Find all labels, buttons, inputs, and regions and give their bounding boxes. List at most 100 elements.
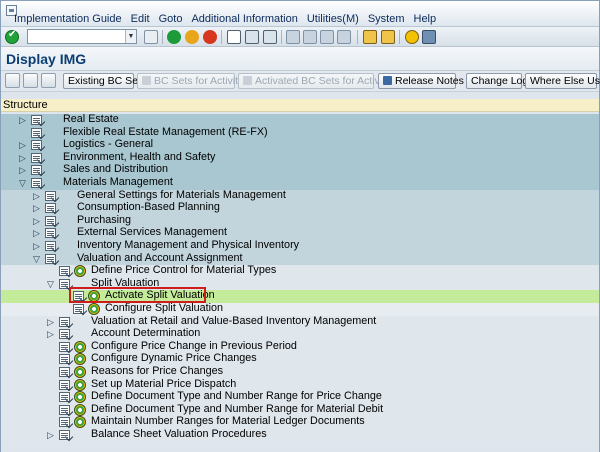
expand-node-icon[interactable]: ▷: [33, 216, 40, 226]
menu-utilities[interactable]: Utilities(M): [307, 13, 359, 25]
documentation-icon[interactable]: [73, 304, 84, 314]
documentation-icon[interactable]: [45, 241, 56, 251]
execute-activity-icon[interactable]: [74, 391, 86, 404]
save-icon[interactable]: [144, 30, 158, 44]
command-input[interactable]: [28, 30, 124, 43]
print-icon[interactable]: [227, 30, 241, 44]
documentation-icon[interactable]: [59, 266, 70, 277]
find-icon[interactable]: [245, 30, 259, 44]
expand-node-icon[interactable]: ▷: [33, 228, 40, 238]
enter-icon[interactable]: [5, 29, 19, 44]
menu-edit[interactable]: Edit: [131, 13, 150, 25]
documentation-icon[interactable]: [45, 253, 56, 264]
expand-node-icon[interactable]: ▷: [19, 153, 26, 163]
execute-activity-icon[interactable]: [88, 303, 100, 315]
expand-node-icon[interactable]: ▷: [33, 241, 40, 251]
collapse-node-icon[interactable]: ▽: [33, 254, 40, 264]
bc-sets-for-activity-button[interactable]: BC Sets for Activity: [137, 73, 243, 89]
documentation-icon[interactable]: [31, 152, 42, 163]
help-icon[interactable]: [405, 30, 419, 44]
tree-node-label: Valuation and Account Assignment: [77, 251, 243, 264]
documentation-icon[interactable]: [59, 392, 70, 403]
change-log-button[interactable]: Change Log: [466, 73, 528, 89]
tree-node-label: Real Estate: [63, 113, 119, 125]
menu-additional-information[interactable]: Additional Information: [191, 13, 297, 25]
cancel-icon[interactable]: [203, 30, 217, 44]
tree-node-label: Define Document Type and Number Range fo…: [91, 390, 382, 403]
tree-node-label: Valuation at Retail and Value-Based Inve…: [91, 314, 377, 327]
documentation-icon[interactable]: [59, 354, 70, 365]
documentation-icon[interactable]: [59, 417, 70, 428]
release-notes-button[interactable]: Release Notes: [378, 73, 464, 89]
documentation-icon[interactable]: [31, 140, 42, 151]
execute-activity-icon[interactable]: [74, 378, 86, 391]
documentation-icon[interactable]: [45, 203, 56, 214]
documentation-icon[interactable]: [45, 215, 56, 226]
expand-node-icon[interactable]: ▷: [47, 329, 54, 339]
expand-node-icon[interactable]: ▷: [47, 317, 54, 327]
execute-activity-icon[interactable]: [74, 416, 86, 429]
documentation-icon[interactable]: [59, 316, 70, 327]
note-icon[interactable]: [41, 73, 56, 88]
bc-sets-for-activity-label: BC Sets for Activity: [154, 75, 244, 87]
expand-node-icon[interactable]: ▷: [33, 191, 40, 201]
execute-activity-icon[interactable]: [74, 403, 86, 416]
expand-node-icon[interactable]: ▷: [47, 430, 54, 440]
documentation-icon[interactable]: [31, 178, 42, 188]
existing-bc-sets-button[interactable]: Existing BC Sets: [63, 73, 146, 89]
collapse-node-icon[interactable]: ▽: [47, 279, 54, 289]
table-view-icon[interactable]: [23, 73, 38, 88]
documentation-icon[interactable]: [31, 127, 42, 138]
exit-icon[interactable]: [185, 30, 199, 44]
documentation-icon[interactable]: [45, 190, 56, 201]
last-page-icon[interactable]: [337, 30, 351, 44]
structure-header: Structure: [1, 99, 599, 112]
toolbar-separator: [357, 30, 358, 44]
expand-node-icon[interactable]: ▷: [19, 165, 26, 175]
sap-window: Implementation Guide Edit Goto Additiona…: [0, 0, 600, 452]
page-title: Display IMG: [6, 51, 87, 67]
documentation-icon[interactable]: [45, 228, 56, 239]
next-page-icon[interactable]: [320, 30, 334, 44]
create-session-icon[interactable]: [363, 30, 377, 44]
documentation-icon[interactable]: [59, 430, 70, 440]
collapse-node-icon[interactable]: ▽: [19, 178, 26, 188]
execute-activity-icon[interactable]: [74, 265, 86, 278]
execute-activity-icon[interactable]: [74, 353, 86, 366]
documentation-icon[interactable]: [31, 165, 42, 176]
tree-node[interactable]: ▷ Balance Sheet Valuation Procedures: [1, 428, 599, 442]
documentation-icon[interactable]: [31, 115, 42, 125]
command-field[interactable]: ▼: [27, 29, 137, 44]
expand-node-icon[interactable]: ▷: [19, 115, 26, 125]
hierarchy-icon[interactable]: [5, 73, 20, 88]
menu-implementation-guide[interactable]: Implementation Guide: [14, 13, 122, 25]
find-next-icon[interactable]: [263, 30, 277, 44]
tree-node-label: Sales and Distribution: [63, 163, 169, 176]
tree-node-label: General Settings for Materials Managemen…: [77, 188, 286, 201]
where-else-used-button[interactable]: Where Else Used: [525, 73, 600, 89]
release-notes-icon: [383, 76, 392, 85]
activated-bc-sets-button[interactable]: Activated BC Sets for Activity: [238, 73, 390, 89]
documentation-icon[interactable]: [59, 341, 70, 352]
documentation-icon[interactable]: [59, 367, 70, 377]
documentation-icon[interactable]: [59, 404, 70, 415]
expand-node-icon[interactable]: ▷: [19, 140, 26, 150]
previous-page-icon[interactable]: [303, 30, 317, 44]
menu-help[interactable]: Help: [414, 13, 437, 25]
command-history-dropdown[interactable]: ▼: [125, 30, 136, 43]
toolbar-separator: [221, 30, 222, 44]
tree-node-label: Flexible Real Estate Management (RE-FX): [63, 125, 268, 138]
documentation-icon[interactable]: [59, 329, 70, 340]
first-page-icon[interactable]: [286, 30, 300, 44]
layout-menu-icon[interactable]: [422, 30, 436, 44]
expand-node-icon[interactable]: ▷: [33, 203, 40, 213]
menu-goto[interactable]: Goto: [159, 13, 183, 25]
execute-activity-icon[interactable]: [74, 366, 86, 378]
documentation-icon[interactable]: [59, 379, 70, 390]
shortcut-icon[interactable]: [381, 30, 395, 44]
tree-node-label: Define Price Control for Material Types: [91, 264, 277, 277]
menu-system[interactable]: System: [368, 13, 405, 25]
execute-activity-icon[interactable]: [74, 340, 86, 353]
tree-node-label: Environment, Health and Safety: [63, 150, 216, 163]
back-icon[interactable]: [167, 30, 181, 44]
